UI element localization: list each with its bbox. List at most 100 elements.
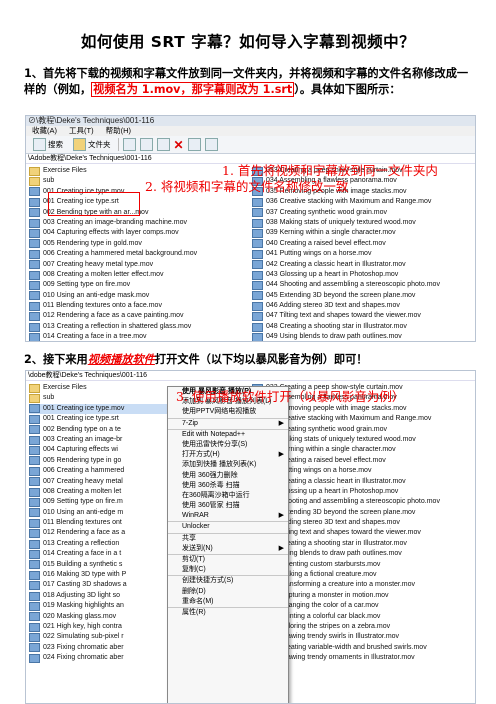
file-name: 010 Using an anti-edge mask.mov [43, 291, 150, 299]
context-menu-item[interactable]: WinRAR ▶ [168, 511, 288, 523]
list-item[interactable]: 004 Capturing effects wi [29, 445, 169, 456]
context-menu-item[interactable]: 7-Zip ▶ [168, 419, 288, 430]
list-item[interactable]: 010 Using an anti-edge mask.mov [29, 291, 244, 301]
file-name: 001 Creating ice type.srt [43, 415, 119, 423]
list-item[interactable]: 016 Making 3D type with P [29, 570, 169, 580]
list-item[interactable]: 011 Blending textures ont [29, 518, 169, 528]
list-item[interactable]: 015 Building a synthetic s [29, 560, 169, 570]
list-item[interactable]: Exercise Files [29, 383, 169, 393]
cut-icon[interactable] [122, 138, 136, 151]
list-item[interactable]: Exercise Files [29, 166, 244, 176]
list-item[interactable]: 018 Adjusting 3D light so [29, 591, 169, 601]
copy-icon[interactable] [139, 138, 153, 151]
list-item[interactable]: 036 Creative stacking with Maximum and R… [252, 197, 474, 207]
context-menu-item[interactable]: 使用迅雷快传分享(S) [168, 440, 288, 450]
file-icon [252, 322, 263, 332]
list-item[interactable]: 010 Using an anti-edge m [29, 508, 169, 518]
list-item[interactable]: 048 Creating a shooting star in Illustra… [252, 322, 474, 332]
search-button[interactable]: 搜索 [30, 138, 66, 151]
list-item[interactable]: 038 Making stats of uniquely textured wo… [252, 218, 474, 228]
undo-icon[interactable] [187, 138, 201, 151]
list-item[interactable]: 006 Creating a hammered [29, 466, 169, 476]
list-item[interactable]: 001 Creating ice type.mov [29, 403, 169, 415]
list-item[interactable]: 047 Tilting text and shapes toward the v… [252, 311, 474, 322]
list-item[interactable]: 017 Casting 3D shadows a [29, 580, 169, 591]
list-item[interactable]: 042 Creating a classic heart in Illustra… [252, 260, 474, 270]
file-name: 012 Rendering a face as a [43, 529, 126, 537]
list-item[interactable]: 044 Shooting and assembling a stereoscop… [252, 280, 474, 290]
context-menu-item[interactable]: 添加到快播 播放列表(K) [168, 460, 288, 470]
list-item[interactable]: 049 Using blends to draw path outlines.m… [252, 332, 474, 341]
list-item[interactable]: 021 High key, high contra [29, 622, 169, 632]
list-item[interactable]: 005 Rendering type in gold.mov [29, 239, 244, 249]
file-icon [29, 591, 40, 601]
context-menu-item[interactable]: 使用 360管家 扫描 [168, 501, 288, 511]
list-item[interactable]: 005 Rendering type in go [29, 456, 169, 466]
folders-button[interactable]: 文件夹 [70, 138, 114, 151]
context-menu-item[interactable]: 共享 [168, 534, 288, 544]
window-title: ⊘\教程\Deke's Techniques\001-116 [26, 116, 475, 126]
list-item[interactable]: sub [29, 393, 169, 404]
file-name: 042 Creating a classic heart in Illustra… [266, 260, 406, 268]
views-icon[interactable] [204, 138, 218, 151]
delete-icon[interactable]: ✕ [174, 138, 184, 152]
list-item[interactable]: 020 Masking glass.mov [29, 612, 169, 622]
list-item[interactable]: 013 Creating a reflection [29, 539, 169, 549]
list-item[interactable]: 039 Kerning within a single character.mo… [252, 228, 474, 239]
context-menu-item[interactable]: 复制(C) [168, 565, 288, 577]
context-menu-item[interactable]: 打开方式(H) ▶ [168, 450, 288, 460]
list-item[interactable]: 002 Bending type on a te [29, 425, 169, 435]
context-menu-item[interactable]: 属性(R) [168, 608, 288, 618]
list-item[interactable]: 008 Creating a molten letter effect.mov [29, 270, 244, 280]
list-item[interactable]: 040 Creating a raised bevel effect.mov [252, 239, 474, 249]
list-item[interactable]: 006 Creating a hammered metal background… [29, 249, 244, 259]
menu-favorites[interactable]: 收藏(A) [32, 126, 57, 136]
list-item[interactable]: 009 Setting type on fire.mov [29, 280, 244, 290]
context-menu-item[interactable]: Unlocker [168, 522, 288, 534]
list-item[interactable]: 046 Adding stereo 3D text and shapes.mov [252, 301, 474, 311]
context-menu-item[interactable]: 在360隔离沙箱中运行 [168, 491, 288, 501]
list-item[interactable]: 011 Blending textures onto a face.mov [29, 301, 244, 311]
list-item[interactable]: 007 Creating heavy metal type.mov [29, 260, 244, 270]
list-item[interactable]: 007 Creating heavy metal [29, 477, 169, 487]
list-item[interactable]: 012 Rendering a face as a [29, 528, 169, 539]
list-item[interactable]: 043 Glossing up a heart in Photoshop.mov [252, 270, 474, 280]
list-item[interactable]: 003 Creating an image-br [29, 435, 169, 445]
file-icon [29, 477, 40, 487]
context-menu-item[interactable]: 发送到(N) ▶ [168, 544, 288, 555]
list-item[interactable]: 019 Masking highlights an [29, 601, 169, 611]
context-menu-item[interactable]: 创建快捷方式(S) [168, 576, 288, 586]
list-item[interactable]: 008 Creating a molten let [29, 487, 169, 497]
list-item[interactable]: 024 Fixing chromatic aber [29, 653, 169, 663]
context-menu-item[interactable]: 使用 360强力删除 [168, 471, 288, 481]
list-item[interactable]: 041 Putting wings on a horse.mov [252, 249, 474, 259]
file-name: 006 Creating a hammered [43, 467, 125, 475]
file-icon [252, 291, 263, 301]
context-menu-item[interactable]: 使用PPTV网络电视播放 [168, 407, 288, 419]
menu-help[interactable]: 帮助(H) [106, 126, 131, 136]
list-item[interactable]: 009 Setting type on fire.m [29, 497, 169, 507]
list-item[interactable]: 003 Creating an image-branding machine.m… [29, 218, 244, 228]
list-item[interactable]: 004 Capturing effects with layer comps.m… [29, 228, 244, 239]
list-item[interactable]: 023 Fixing chromatic aber [29, 643, 169, 653]
list-item[interactable]: 037 Creating synthetic wood grain.mov [252, 208, 474, 218]
menu-tools[interactable]: 工具(T) [69, 126, 94, 136]
list-item[interactable]: 022 Simulating sub-pixel r [29, 632, 169, 643]
address-path-2[interactable]: \dobe教程\Deke's Techniques\001-116 [26, 371, 475, 381]
file-name: 043 Glossing up a heart in Photoshop.mov [266, 270, 399, 278]
list-item[interactable]: 014 Creating a face in a t [29, 549, 169, 559]
list-item[interactable]: 013 Creating a reflection in shattered g… [29, 322, 244, 332]
context-menu-item[interactable]: 重命名(M) [168, 597, 288, 608]
context-menu-item[interactable]: 使用 360杀毒 扫描 [168, 481, 288, 491]
file-icon [29, 466, 40, 476]
context-menu-item[interactable]: 剪切(T) [168, 555, 288, 565]
menu-item-label: 删除(D) [182, 587, 206, 595]
context-menu-item[interactable]: Edit with Notepad++ [168, 430, 288, 440]
paste-icon[interactable] [156, 138, 170, 151]
file-name: 045 Extending 3D beyond the screen plane… [266, 291, 416, 299]
list-item[interactable]: 001 Creating ice type.srt [29, 414, 169, 424]
context-menu-item[interactable]: 删除(D) [168, 587, 288, 597]
list-item[interactable]: 014 Creating a face in a tree.mov [29, 332, 244, 341]
list-item[interactable]: 045 Extending 3D beyond the screen plane… [252, 291, 474, 301]
list-item[interactable]: 012 Rendering a face as a cave painting.… [29, 311, 244, 322]
